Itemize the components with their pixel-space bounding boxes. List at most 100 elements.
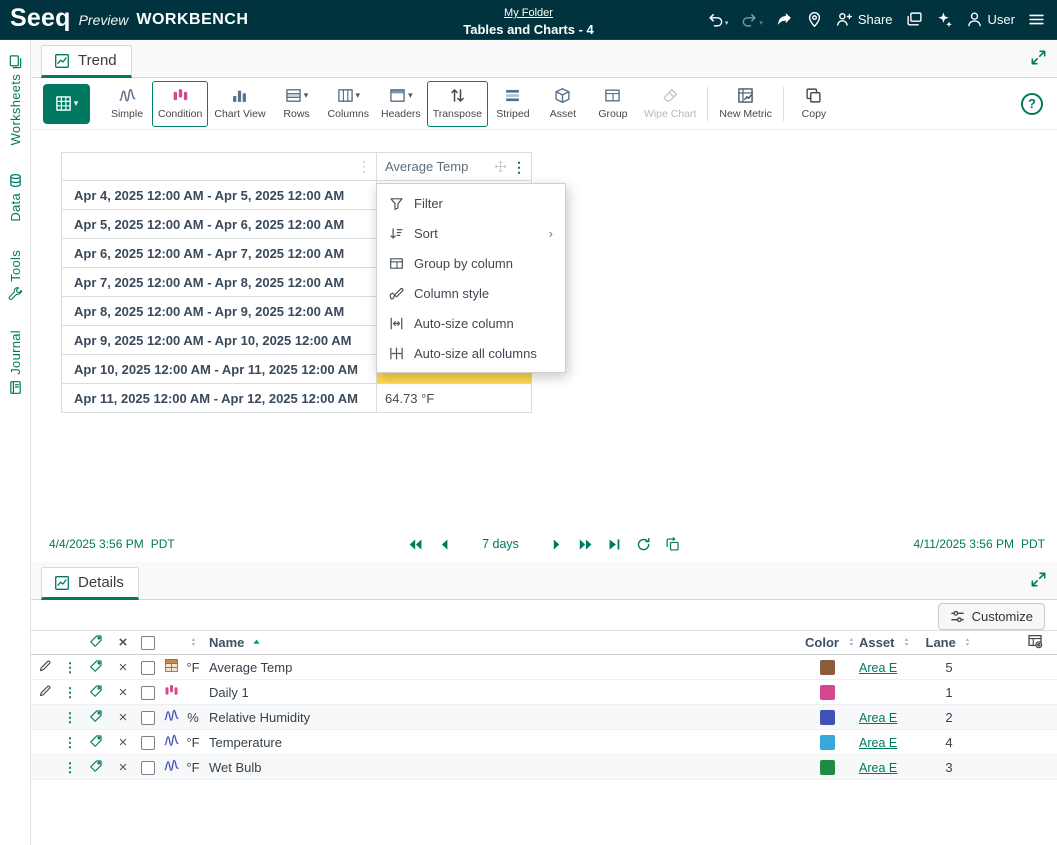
- toolbar-button-headers[interactable]: ▾Headers: [375, 81, 427, 127]
- row-menu-icon[interactable]: ⋮: [64, 685, 77, 700]
- sidebar-item-tools[interactable]: Tools: [8, 250, 23, 302]
- sidebar-item-data[interactable]: Data: [8, 173, 23, 222]
- sidebar-item-worksheets[interactable]: Worksheets: [8, 54, 23, 145]
- edit-pencil-icon[interactable]: [38, 659, 52, 673]
- row-checkbox[interactable]: [141, 686, 155, 700]
- menu-item-auto-size-column[interactable]: Auto-size column: [377, 308, 565, 338]
- toolbar-button-condition[interactable]: Condition: [152, 81, 208, 127]
- asset-column-header[interactable]: Asset: [859, 635, 894, 650]
- toolbar-button-chart-view[interactable]: Chart View: [208, 81, 271, 127]
- menu-item-sort[interactable]: Sort›: [377, 218, 565, 248]
- undo-button[interactable]: ▾: [707, 11, 729, 28]
- table-settings-icon[interactable]: [1027, 633, 1043, 649]
- name-column-header[interactable]: Name: [209, 635, 244, 650]
- sort-toggle-icon[interactable]: [902, 636, 911, 648]
- remove-icon[interactable]: ×: [119, 684, 128, 701]
- sort-toggle-icon[interactable]: [189, 636, 198, 648]
- duration-label[interactable]: 7 days: [482, 537, 519, 551]
- remove-icon[interactable]: ×: [119, 759, 128, 776]
- row-checkbox[interactable]: [141, 661, 155, 675]
- breadcrumb[interactable]: My Folder: [504, 7, 553, 19]
- value-cell[interactable]: 64.73 °F: [377, 384, 532, 413]
- toolbar-button-striped[interactable]: Striped: [488, 81, 538, 127]
- toolbar-button-columns[interactable]: ▾Columns: [322, 81, 375, 127]
- display-range-start[interactable]: 4/4/2025 3:56 PMPDT: [31, 537, 175, 551]
- row-checkbox[interactable]: [141, 761, 155, 775]
- lane-column-header[interactable]: Lane: [926, 635, 956, 650]
- color-swatch[interactable]: [820, 685, 835, 700]
- refresh-icon[interactable]: [636, 537, 651, 552]
- capsule-range-cell[interactable]: Apr 9, 2025 12:00 AM - Apr 10, 2025 12:0…: [62, 326, 377, 355]
- item-tag-icon[interactable]: [89, 734, 103, 748]
- redo-button[interactable]: ▾: [741, 11, 763, 28]
- capsule-range-cell[interactable]: Apr 11, 2025 12:00 AM - Apr 12, 2025 12:…: [62, 384, 377, 413]
- item-name[interactable]: Average Temp: [205, 655, 805, 680]
- location-pin-icon[interactable]: [806, 11, 823, 28]
- share-button[interactable]: Share: [836, 11, 893, 28]
- help-button[interactable]: ?: [1021, 93, 1043, 115]
- asset-link[interactable]: Area E: [859, 761, 897, 775]
- presentation-mode-icon[interactable]: [906, 11, 923, 28]
- capsule-range-cell[interactable]: Apr 7, 2025 12:00 AM - Apr 8, 2025 12:00…: [62, 268, 377, 297]
- step-forward-large-icon[interactable]: [578, 537, 593, 552]
- asset-link[interactable]: Area E: [859, 661, 897, 675]
- remove-icon[interactable]: ×: [119, 709, 128, 726]
- toolbar-button-new-metric[interactable]: New Metric: [713, 81, 778, 127]
- sort-toggle-icon[interactable]: [847, 636, 856, 648]
- row-header-menu-icon[interactable]: ⋮: [357, 158, 371, 174]
- item-name[interactable]: Daily 1: [205, 680, 805, 705]
- details-expand-icon[interactable]: [1030, 571, 1047, 588]
- remove-icon[interactable]: ×: [119, 734, 128, 751]
- item-tag-icon[interactable]: [89, 709, 103, 723]
- select-all-checkbox[interactable]: [141, 636, 155, 650]
- item-name[interactable]: Relative Humidity: [205, 705, 805, 730]
- toolbar-button-copy[interactable]: Copy: [789, 81, 839, 127]
- row-menu-icon[interactable]: ⋮: [64, 660, 77, 675]
- toolbar-button-simple[interactable]: Simple: [102, 81, 152, 127]
- step-to-now-icon[interactable]: [607, 537, 622, 552]
- color-column-header[interactable]: Color: [805, 635, 839, 650]
- step-forward-icon[interactable]: [549, 537, 564, 552]
- tag-all-icon[interactable]: [89, 634, 103, 648]
- auto-update-icon[interactable]: [665, 537, 680, 552]
- display-range-end[interactable]: 4/11/2025 3:56 PMPDT: [913, 537, 1057, 551]
- color-swatch[interactable]: [820, 660, 835, 675]
- row-checkbox[interactable]: [141, 736, 155, 750]
- row-checkbox[interactable]: [141, 711, 155, 725]
- tab-details[interactable]: Details: [41, 567, 139, 600]
- move-column-icon[interactable]: [494, 160, 507, 173]
- toolbar-button-asset[interactable]: Asset: [538, 81, 588, 127]
- forward-arrow-icon[interactable]: [776, 11, 793, 28]
- remove-icon[interactable]: ×: [119, 659, 128, 676]
- capsule-range-cell[interactable]: Apr 5, 2025 12:00 AM - Apr 6, 2025 12:00…: [62, 210, 377, 239]
- column-menu-icon[interactable]: ⋮: [512, 160, 526, 174]
- capsule-range-cell[interactable]: Apr 8, 2025 12:00 AM - Apr 9, 2025 12:00…: [62, 297, 377, 326]
- capsule-range-cell[interactable]: Apr 4, 2025 12:00 AM - Apr 5, 2025 12:00…: [62, 181, 377, 210]
- sidebar-item-journal[interactable]: Journal: [8, 330, 23, 395]
- capsule-range-cell[interactable]: Apr 10, 2025 12:00 AM - Apr 11, 2025 12:…: [62, 355, 377, 384]
- toolbar-button-rows[interactable]: ▾Rows: [272, 81, 322, 127]
- item-tag-icon[interactable]: [89, 759, 103, 773]
- tab-trend[interactable]: Trend: [41, 45, 132, 78]
- menu-item-group-by-column[interactable]: Group by column: [377, 248, 565, 278]
- color-swatch[interactable]: [820, 710, 835, 725]
- customize-button[interactable]: Customize: [938, 603, 1045, 630]
- remove-all-icon[interactable]: ×: [119, 634, 128, 651]
- row-menu-icon[interactable]: ⋮: [64, 760, 77, 775]
- menu-item-filter[interactable]: Filter: [377, 188, 565, 218]
- toolbar-button-transpose[interactable]: Transpose: [427, 81, 488, 127]
- table-view-button[interactable]: ▾: [43, 84, 90, 124]
- toolbar-button-group[interactable]: Group: [588, 81, 638, 127]
- color-swatch[interactable]: [820, 735, 835, 750]
- capsule-range-cell[interactable]: Apr 6, 2025 12:00 AM - Apr 7, 2025 12:00…: [62, 239, 377, 268]
- ai-assistant-icon[interactable]: [936, 11, 953, 28]
- edit-pencil-icon[interactable]: [38, 684, 52, 698]
- user-menu[interactable]: User: [966, 11, 1015, 28]
- value-column-header[interactable]: Average Temp ⋮: [377, 153, 532, 181]
- step-back-icon[interactable]: [437, 537, 452, 552]
- item-tag-icon[interactable]: [89, 659, 103, 673]
- sort-toggle-icon[interactable]: [963, 636, 972, 648]
- menu-item-auto-size-all-columns[interactable]: Auto-size all columns: [377, 338, 565, 368]
- menu-item-column-style[interactable]: Column style: [377, 278, 565, 308]
- color-swatch[interactable]: [820, 760, 835, 775]
